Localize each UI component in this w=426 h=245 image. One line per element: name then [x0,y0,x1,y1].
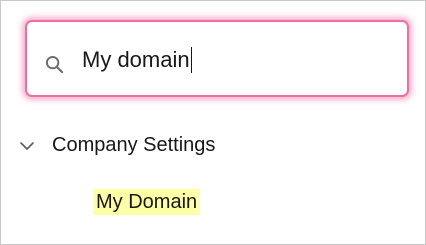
tree-item-label: My Domain [93,189,201,215]
quick-find-box[interactable]: My domain [25,20,409,97]
tree-section-company-settings[interactable]: Company Settings [19,134,215,157]
text-caret [190,47,193,73]
tree-section-label: Company Settings [52,134,216,156]
quick-find-input-value: My domain [82,47,190,72]
setup-search-panel: My domain Company Settings My Domain [0,0,426,245]
tree-item-my-domain[interactable]: My Domain [93,189,201,215]
search-icon [45,55,64,74]
quick-find-input[interactable]: My domain [82,44,382,76]
chevron-down-icon[interactable] [19,138,35,154]
